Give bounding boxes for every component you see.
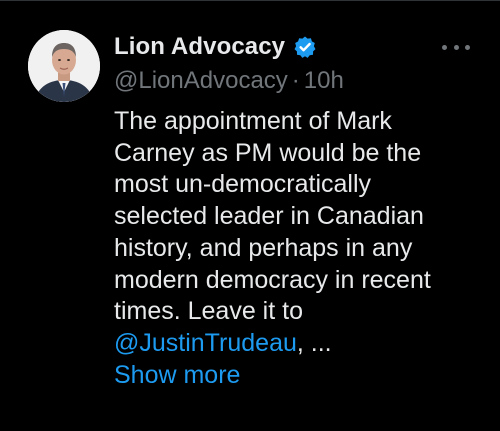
avatar-image [28,30,100,102]
author-row: Lion Advocacy [114,30,484,64]
show-more-link[interactable]: Show more [114,360,484,392]
verified-badge-icon[interactable] [293,35,317,59]
post-line: most un-democratically [114,170,372,199]
display-name[interactable]: Lion Advocacy [114,33,285,61]
meta-separator: · [291,67,300,94]
post-line: Carney as PM would be the [114,138,422,167]
more-options-icon[interactable] [442,40,470,54]
author-handle[interactable]: @LionAdvocacy [114,67,288,94]
mention-suffix: , ... [296,328,332,357]
post-line: history, and perhaps in any [114,233,413,262]
post-line: times. Leave it to [114,297,303,326]
mention-link[interactable]: @JustinTrudeau [114,329,297,357]
meta-row: @LionAdvocacy · 10h [114,64,484,98]
tweet-content: Lion Advocacy @LionAdvocacy · 10h The appo… [114,30,484,391]
post-text: The appointment of Mark Carney as PM wou… [114,106,484,391]
more-dot [465,44,470,50]
post-line: modern democracy in recent [114,265,431,294]
tweet[interactable]: Lion Advocacy @LionAdvocacy · 10h The appo… [0,0,500,431]
more-dot [442,44,447,50]
avatar[interactable] [28,30,100,102]
post-line: The appointment of Mark [114,107,392,135]
more-dot [453,44,459,50]
post-line: selected leader in Canadian [114,202,424,231]
post-line-mention: @JustinTrudeau, ... [114,328,484,360]
post-time[interactable]: 10h [304,67,344,94]
